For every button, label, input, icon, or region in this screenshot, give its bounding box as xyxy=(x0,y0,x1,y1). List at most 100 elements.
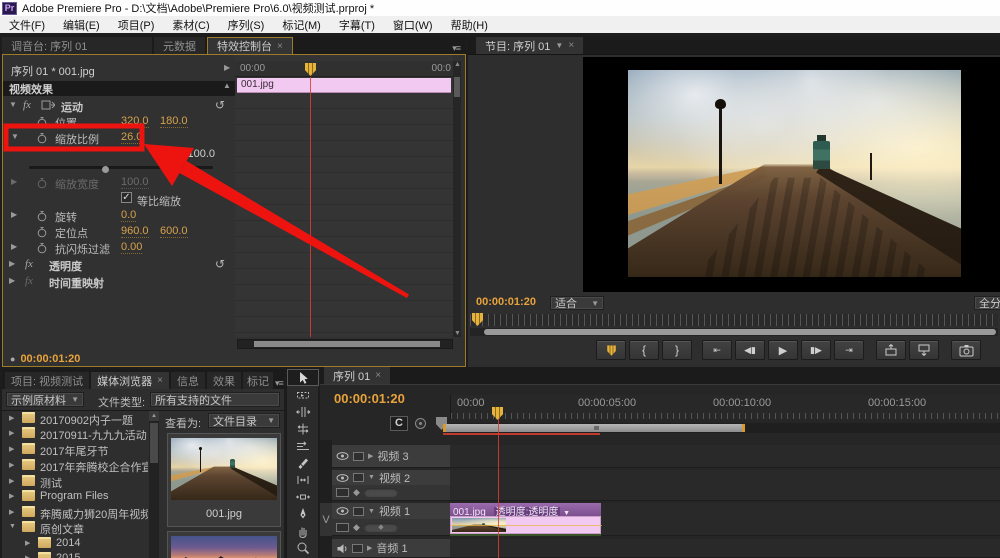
chevron-right-icon[interactable]: ▶ xyxy=(9,276,15,285)
view-mode-dropdown[interactable]: 文件目录▼ xyxy=(208,413,280,428)
chevron-down-icon[interactable]: ▼ xyxy=(555,41,563,50)
play-button[interactable]: ▶ xyxy=(768,340,798,360)
reset-effect-icon[interactable]: ↺ xyxy=(215,98,225,112)
program-timecode[interactable]: 00:00:01:20 xyxy=(476,296,536,308)
video-track-rail-label[interactable]: V xyxy=(320,503,332,536)
add-marker-button[interactable] xyxy=(596,340,626,360)
tree-scrollbar[interactable]: ▲ xyxy=(149,411,159,558)
track-header-v3[interactable]: ▶ 视频 3 xyxy=(332,445,450,468)
menu-marker[interactable]: 标记(M) xyxy=(273,17,330,33)
menu-file[interactable]: 文件(F) xyxy=(0,17,54,33)
tree-item[interactable]: ▼原创文章 xyxy=(2,520,148,535)
timeline-view-toggle-icon[interactable]: ▶ xyxy=(224,63,230,72)
media-thumbnail-card[interactable]: 001.jpg xyxy=(167,433,281,527)
rolling-edit-tool[interactable] xyxy=(287,420,319,437)
toggle-track-output-icon[interactable] xyxy=(336,506,349,516)
track-lane-a1[interactable] xyxy=(450,539,1000,558)
toggle-track-output-icon[interactable] xyxy=(336,451,349,461)
hand-tool[interactable] xyxy=(287,522,319,539)
tab-media-browser[interactable]: 媒体浏览器× xyxy=(91,372,169,389)
stopwatch-icon[interactable] xyxy=(36,132,48,144)
snap-toggle-button[interactable]: C xyxy=(390,416,408,431)
panel-menu-icon[interactable]: ▾≡ xyxy=(275,378,284,389)
position-y-value[interactable]: 180.0 xyxy=(160,115,188,128)
chevron-down-icon[interactable]: ▼ xyxy=(11,132,19,141)
zoom-level-dropdown[interactable]: 适合▼ xyxy=(550,296,604,310)
track-lock-toggle[interactable] xyxy=(353,507,364,516)
scrollbar-thumb[interactable] xyxy=(484,329,996,335)
stopwatch-icon[interactable] xyxy=(36,210,48,222)
tab-markers[interactable]: 标记 xyxy=(243,372,273,389)
program-time-ruler[interactable] xyxy=(470,314,998,326)
keyframe-nav-control[interactable]: ◆ xyxy=(364,523,398,532)
tab-effects[interactable]: 效果 xyxy=(207,372,241,389)
menu-title[interactable]: 字幕(T) xyxy=(330,17,384,33)
close-icon[interactable]: × xyxy=(277,41,283,52)
scale-slider[interactable] xyxy=(29,166,213,169)
scrollbar-thumb[interactable] xyxy=(150,423,158,463)
uniform-scale-checkbox[interactable]: ✓ xyxy=(121,192,132,203)
step-forward-button[interactable]: ▮▶ xyxy=(801,340,831,360)
mark-in-button[interactable]: { xyxy=(629,340,659,360)
track-header-v1[interactable]: ▼ 视频 1 ◆ ◆ xyxy=(332,503,450,536)
resolution-dropdown[interactable]: 全分 xyxy=(974,296,1000,310)
effect-panel-timecode[interactable]: 00:00:01:20 xyxy=(20,353,80,365)
chevron-right-icon[interactable]: ▶ xyxy=(11,242,17,251)
mark-out-button[interactable]: } xyxy=(662,340,692,360)
extract-button[interactable] xyxy=(909,340,939,360)
chevron-right-icon[interactable]: ▶ xyxy=(11,177,17,186)
track-lane-v2[interactable] xyxy=(450,470,1000,501)
slider-knob[interactable] xyxy=(102,166,109,173)
horizontal-scrollbar[interactable] xyxy=(237,339,453,349)
razor-tool[interactable] xyxy=(287,454,319,471)
tab-audio-mixer[interactable]: 调音台: 序列 01 xyxy=(2,37,152,54)
lift-button[interactable] xyxy=(876,340,906,360)
tree-item[interactable]: ▶奔腾威力狮20周年视频 xyxy=(2,505,148,520)
track-lane-v3[interactable] xyxy=(450,445,1000,468)
reset-effect-icon[interactable]: ↺ xyxy=(215,257,225,271)
chevron-down-icon[interactable]: ▼ xyxy=(9,100,17,109)
keyframe-icon[interactable]: ◆ xyxy=(353,487,360,498)
keyframe-nav-control[interactable] xyxy=(364,488,398,497)
toggle-track-output-icon[interactable] xyxy=(336,473,349,483)
set-display-style-icon[interactable] xyxy=(336,523,349,532)
work-area-bar[interactable] xyxy=(443,424,745,432)
tree-item[interactable]: ▶2017年奔腾校企合作宣 xyxy=(2,458,148,473)
stopwatch-icon[interactable] xyxy=(36,226,48,238)
scrollbar-thumb[interactable] xyxy=(254,341,440,347)
chevron-right-icon[interactable]: ▶ xyxy=(368,452,373,460)
work-area-handle[interactable] xyxy=(594,426,599,430)
clip-header[interactable]: 001.jpg 透明度:透明度 ▼ xyxy=(450,503,601,516)
menu-edit[interactable]: 编辑(E) xyxy=(54,17,109,33)
timeline-clip-001jpg[interactable]: 001.jpg 透明度:透明度 ▼ xyxy=(450,503,601,536)
position-x-value[interactable]: 320.0 xyxy=(121,115,149,128)
tree-item[interactable]: ▶2014 xyxy=(2,536,148,551)
mini-timeline-ruler[interactable]: 00:00 00:0 xyxy=(235,61,453,77)
bin-dropdown[interactable]: 示例原材料▼ xyxy=(6,392,84,407)
slide-tool[interactable] xyxy=(287,488,319,505)
keyframe-icon[interactable]: ◆ xyxy=(353,522,360,533)
clip-body[interactable] xyxy=(450,516,601,534)
close-icon[interactable]: × xyxy=(157,375,163,386)
stopwatch-icon[interactable] xyxy=(36,116,48,128)
tab-metadata[interactable]: 元数据 xyxy=(154,37,205,54)
slip-tool[interactable] xyxy=(287,471,319,488)
menu-window[interactable]: 窗口(W) xyxy=(384,17,442,33)
tree-item[interactable]: ▶2015 xyxy=(2,551,148,558)
tree-item[interactable]: ▶20170902内子一题 xyxy=(2,411,148,426)
mini-timeline-clip[interactable]: 001.jpg xyxy=(237,78,451,93)
ripple-edit-tool[interactable] xyxy=(287,403,319,420)
playhead-marker-icon[interactable] xyxy=(305,63,316,76)
track-lane-v1[interactable]: 001.jpg 透明度:透明度 ▼ xyxy=(450,503,1000,536)
menu-sequence[interactable]: 序列(S) xyxy=(219,17,274,33)
chevron-down-icon[interactable]: ▼ xyxy=(368,474,375,481)
tree-item[interactable]: ▶2017年尾牙节 xyxy=(2,442,148,457)
anchor-x-value[interactable]: 960.0 xyxy=(121,225,149,238)
pen-tool[interactable] xyxy=(287,505,319,522)
menu-project[interactable]: 项目(P) xyxy=(109,17,164,33)
vertical-scrollbar[interactable]: ▲▼ xyxy=(453,61,461,337)
go-to-in-button[interactable]: ⇤ xyxy=(702,340,732,360)
opacity-effect-row[interactable]: ▶ fx 透明度 ↺ xyxy=(3,257,235,272)
go-to-out-button[interactable]: ⇥ xyxy=(834,340,864,360)
scale-value[interactable]: 26.0 xyxy=(121,131,142,144)
